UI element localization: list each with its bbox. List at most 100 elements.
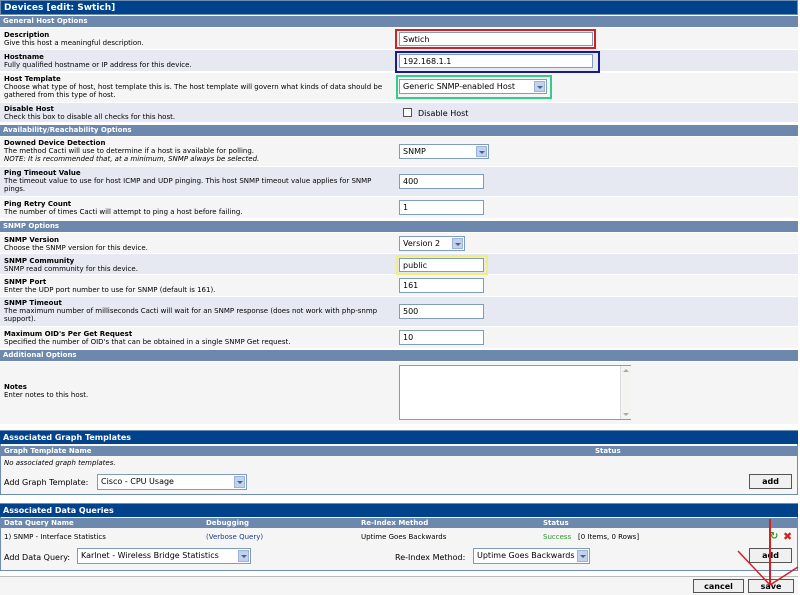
snmp-version-value: Version 2 (403, 239, 441, 248)
snmp-community-help: SNMP read community for this device. (4, 265, 138, 273)
add-graph-template-button[interactable]: add (749, 474, 792, 489)
snmp-port-help: Enter the UDP port number to use for SNM… (4, 286, 216, 294)
annotation-arrow-icon (737, 519, 799, 586)
max-oids-input[interactable]: 10 (399, 330, 484, 345)
snmp-community-label: SNMP Community (4, 257, 75, 265)
disable-host-checkbox-label: Disable Host (418, 109, 469, 118)
host-template-select[interactable]: Generic SNMP-enabled Host (399, 79, 547, 94)
row-max-oids: Maximum OID's Per Get Request Specified … (0, 327, 798, 349)
reindex-method-label: Re-Index Method: (395, 553, 466, 562)
reindex-method-select[interactable]: Uptime Goes Backwards (473, 548, 590, 564)
row-snmp-community: SNMP Community SNMP read community for t… (0, 254, 798, 275)
chevron-down-icon (234, 476, 245, 488)
hostname-help: Fully qualified hostname or IP address f… (4, 61, 192, 69)
snmp-community-input[interactable]: public (399, 258, 484, 272)
hostname-input[interactable]: 192.168.1.1 (399, 54, 593, 68)
disable-host-help: Check this box to disable all checks for… (4, 113, 176, 121)
data-queries-header: Data Query Name Debugging Re-Index Metho… (0, 518, 798, 528)
ping-retry-label: Ping Retry Count (4, 200, 72, 208)
downed-detection-select[interactable]: SNMP (399, 144, 489, 159)
host-template-value: Generic SNMP-enabled Host (403, 82, 516, 91)
max-oids-label: Maximum OID's Per Get Request (4, 330, 133, 338)
chevron-down-icon (238, 550, 249, 562)
row-downed-detection: Downed Device Detection The method Cacti… (0, 137, 798, 167)
host-template-help: Choose what type of host, host template … (4, 83, 383, 99)
ping-retry-input[interactable]: 1 (399, 200, 484, 215)
add-data-query-value: Karlnet - Wireless Bridge Statistics (81, 551, 219, 560)
section-additional: Additional Options (0, 350, 798, 361)
col-data-query-name: Data Query Name (4, 519, 74, 527)
chevron-down-icon (476, 146, 487, 157)
section-general: General Host Options (0, 16, 798, 27)
downed-detection-value: SNMP (403, 147, 426, 156)
ping-timeout-label: Ping Timeout Value (4, 169, 81, 177)
data-query-name: 1) SNMP - Interface Statistics (4, 533, 106, 541)
col-reindex-method: Re-Index Method (361, 519, 429, 527)
notes-scrollbar[interactable] (620, 366, 631, 419)
chevron-down-icon (452, 238, 463, 249)
max-oids-help: Specified the number of OID's that can b… (4, 338, 291, 346)
graph-templates-empty: No associated graph templates. (4, 459, 116, 467)
col-graph-template-name: Graph Template Name (4, 447, 92, 455)
snmp-port-input[interactable]: 161 (399, 278, 484, 293)
snmp-version-select[interactable]: Version 2 (399, 236, 465, 251)
notes-label: Notes (4, 383, 27, 391)
row-snmp-version: SNMP Version Choose the SNMP version for… (0, 233, 798, 254)
scroll-down-icon (623, 413, 629, 416)
row-notes: Notes Enter notes to this host. (0, 362, 798, 425)
scroll-up-icon (623, 369, 629, 372)
col-status: Status (595, 447, 621, 455)
graph-templates-header: Graph Template Name Status (0, 446, 798, 456)
data-query-status-count: [0 Items, 0 Rows] (578, 533, 640, 541)
downed-detection-note: NOTE: It is recommended that, at a minim… (4, 155, 260, 163)
page-title: Devices [edit: Swtich] (0, 0, 798, 15)
data-query-status-success: Success (543, 533, 572, 541)
snmp-timeout-label: SNMP Timeout (4, 299, 62, 307)
disable-host-checkbox[interactable] (403, 108, 412, 117)
row-host-template: Host Template Choose what type of host, … (0, 73, 798, 103)
ping-timeout-input[interactable]: 400 (399, 174, 484, 189)
add-data-query-label: Add Data Query: (4, 553, 71, 562)
row-ping-timeout: Ping Timeout Value The timeout value to … (0, 167, 798, 197)
notes-help: Enter notes to this host. (4, 391, 89, 399)
notes-textarea[interactable] (399, 365, 631, 420)
row-snmp-timeout: SNMP Timeout The maximum number of milli… (0, 297, 798, 327)
downed-detection-label: Downed Device Detection (4, 139, 106, 147)
ping-timeout-help: The timeout value to use for host ICMP a… (4, 177, 372, 193)
col-debugging: Debugging (206, 519, 249, 527)
hostname-label: Hostname (4, 53, 44, 61)
col-status: Status (543, 519, 569, 527)
snmp-timeout-help: The maximum number of milliseconds Cacti… (4, 307, 378, 323)
row-description: Description Give this host a meaningful … (0, 28, 798, 50)
chevron-down-icon (577, 550, 588, 562)
description-label: Description (4, 31, 50, 39)
row-ping-retry: Ping Retry Count The number of times Cac… (0, 197, 798, 219)
snmp-version-label: SNMP Version (4, 236, 60, 244)
graph-templates-title: Associated Graph Templates (0, 431, 798, 444)
downed-detection-help: The method Cacti will use to determine i… (4, 147, 255, 155)
add-graph-template-label: Add Graph Template: (4, 478, 89, 487)
data-query-reindex: Uptime Goes Backwards (361, 533, 447, 541)
add-graph-template-select[interactable]: Cisco - CPU Usage (97, 474, 247, 490)
snmp-port-label: SNMP Port (4, 278, 47, 286)
snmp-timeout-input[interactable]: 500 (399, 304, 484, 319)
description-help: Give this host a meaningful description. (4, 39, 144, 47)
data-queries-title: Associated Data Queries (0, 504, 798, 517)
row-disable-host: Disable Host Check this box to disable a… (0, 103, 798, 123)
description-input[interactable]: Swtich (399, 32, 593, 46)
snmp-version-help: Choose the SNMP version for this device. (4, 244, 148, 252)
verbose-query-link[interactable]: (Verbose Query) (206, 533, 263, 541)
row-hostname: Hostname Fully qualified hostname or IP … (0, 50, 798, 73)
table-row: 1) SNMP - Interface Statistics (Verbose … (0, 530, 798, 544)
host-template-label: Host Template (4, 75, 61, 83)
section-availability: Availability/Reachability Options (0, 125, 798, 136)
footer-bar (0, 576, 798, 595)
chevron-down-icon (534, 81, 545, 92)
ping-retry-help: The number of times Cacti will attempt t… (4, 208, 243, 216)
add-data-query-select[interactable]: Karlnet - Wireless Bridge Statistics (77, 548, 251, 564)
section-snmp: SNMP Options (0, 221, 798, 232)
reindex-method-value: Uptime Goes Backwards (477, 551, 575, 560)
disable-host-label: Disable Host (4, 105, 54, 113)
row-snmp-port: SNMP Port Enter the UDP port number to u… (0, 275, 798, 297)
add-graph-template-value: Cisco - CPU Usage (101, 477, 174, 486)
